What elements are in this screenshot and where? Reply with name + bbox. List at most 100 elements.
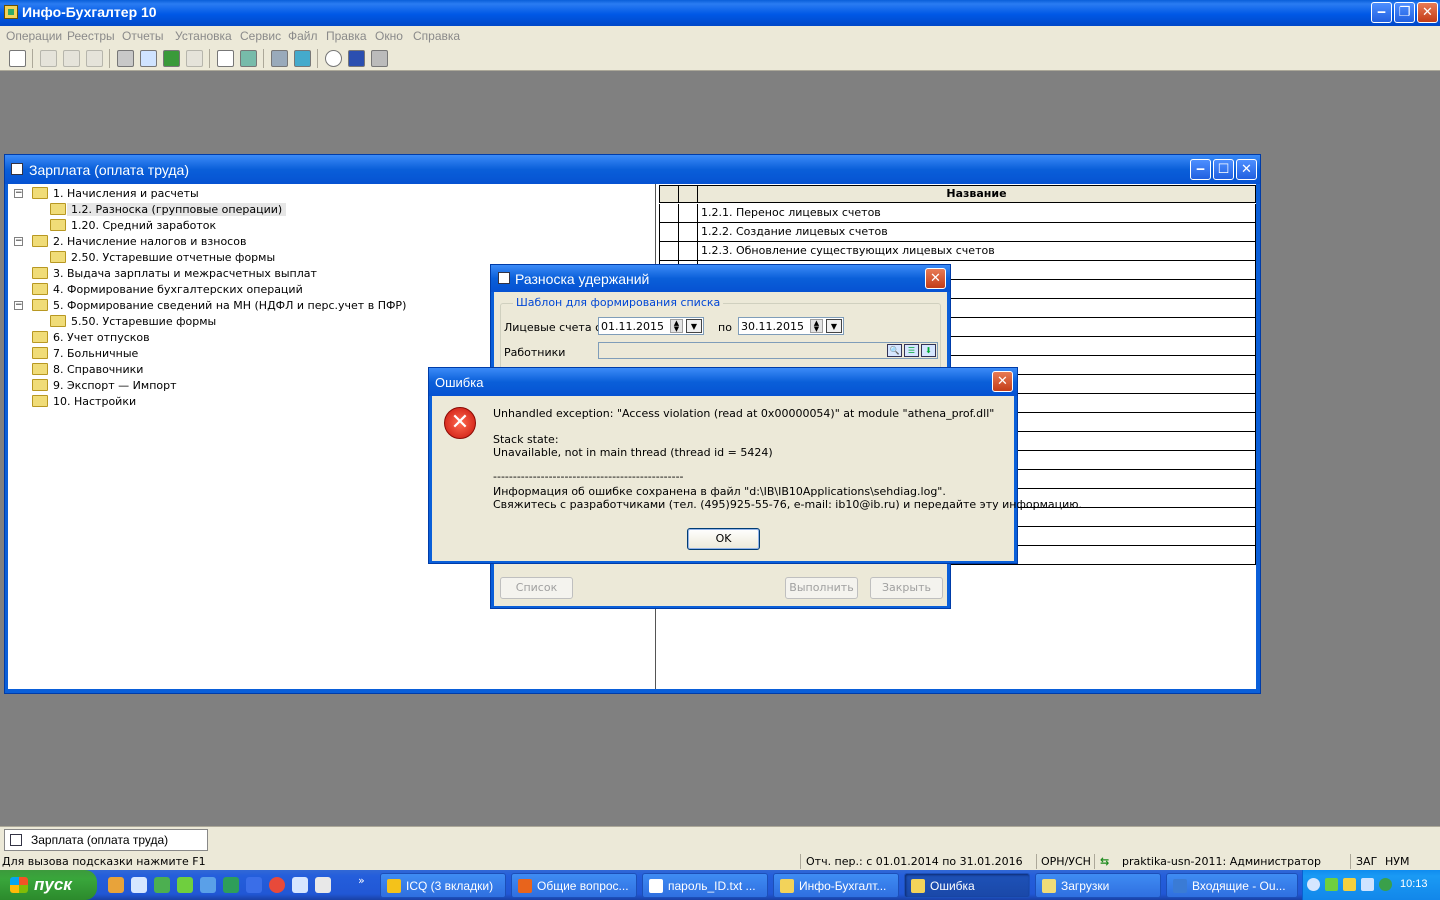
folder-icon (32, 347, 48, 359)
quicklaunch-app2-icon[interactable] (223, 877, 239, 893)
date-to-field[interactable]: 30.11.2015 ▲ ▼ ▼ (738, 317, 844, 335)
start-button[interactable]: пуск (0, 870, 97, 900)
date-to-dropdown-icon[interactable]: ▼ (826, 319, 842, 333)
search-icon[interactable]: 🔍 (887, 344, 902, 357)
mdi-minimize-button[interactable]: ‒ (1190, 159, 1211, 180)
ok-button[interactable]: OK (687, 528, 760, 550)
taskbar-button-label: Входящие - Ou... (1192, 879, 1286, 893)
quicklaunch-torrent-icon[interactable] (154, 877, 170, 893)
quicklaunch-mail-icon[interactable] (292, 877, 308, 893)
error-dialog-titlebar: Ошибка ✕ (429, 368, 1017, 396)
close-dialog-button[interactable]: Закрыть (870, 577, 943, 599)
menu-item-1[interactable]: Реестры (67, 29, 115, 43)
print-icon[interactable] (117, 50, 134, 67)
menu-item-5[interactable]: Файл (288, 29, 318, 43)
tray-back-icon[interactable] (1307, 878, 1320, 891)
export-icon[interactable] (186, 50, 203, 67)
tree-item[interactable]: − 2. Начисление налогов и взносов (14, 234, 654, 250)
quicklaunch-diamond-icon[interactable] (246, 877, 262, 893)
tray-keyboard-icon[interactable] (1343, 878, 1356, 891)
star-icon[interactable] (348, 50, 365, 67)
menu-item-8[interactable]: Справка (413, 29, 460, 43)
close-button[interactable]: ✕ (1417, 2, 1438, 23)
error-close-button[interactable]: ✕ (992, 371, 1013, 392)
error-dialog: Ошибка ✕ ✕ Unhandled exception: "Access … (428, 367, 1082, 564)
tree-item[interactable]: 1.2. Разноска (групповые операции) (14, 202, 654, 218)
tree-item[interactable]: − 1. Начисления и расчеты (14, 186, 654, 202)
date-to-spinner[interactable]: ▲ ▼ (810, 319, 823, 333)
grid-cell-name: 1.2.1. Перенос лицевых счетов (701, 206, 881, 219)
folder-icon (32, 283, 48, 295)
taskbar-button[interactable]: пароль_ID.txt ... (642, 873, 768, 898)
date-from-field[interactable]: 01.11.2015 ▲ ▼ ▼ (598, 317, 704, 335)
menu-item-3[interactable]: Установка (175, 29, 232, 43)
mdi-close-button[interactable]: ✕ (1236, 159, 1257, 180)
tab-salary[interactable]: Зарплата (оплата труда) (4, 829, 208, 851)
table-icon[interactable] (9, 50, 26, 67)
menu-item-7[interactable]: Окно (375, 29, 403, 43)
date-from-value: 01.11.2015 (601, 320, 664, 333)
excel-icon[interactable] (163, 50, 180, 67)
copy-icon[interactable] (40, 50, 57, 67)
status-caps: ЗАГ (1356, 855, 1378, 868)
taskbar-button[interactable]: Загрузки (1035, 873, 1161, 898)
quicklaunch-app3-icon[interactable] (315, 877, 331, 893)
quicklaunch-more-icon[interactable]: » (358, 874, 365, 887)
grid-row[interactable]: 1.2.3. Обновление существующих лицевых с… (659, 242, 1256, 261)
taskbar-button[interactable]: Инфо-Бухгалт... (773, 873, 899, 898)
tree-collapse-icon[interactable]: − (14, 237, 23, 246)
tray-info-icon[interactable] (1379, 878, 1392, 891)
cut-icon[interactable] (86, 50, 103, 67)
gear-icon[interactable] (371, 50, 388, 67)
taskbar-button[interactable]: Входящие - Ou... (1166, 873, 1298, 898)
list-icon[interactable]: ☰ (904, 344, 919, 357)
grid-header-icon-1[interactable] (660, 186, 679, 202)
report-icon[interactable] (217, 50, 234, 67)
date-from-dropdown-icon[interactable]: ▼ (686, 319, 702, 333)
quicklaunch-ie-icon[interactable] (200, 877, 216, 893)
list-button[interactable]: Список (500, 577, 573, 599)
tree-collapse-icon[interactable]: − (14, 189, 23, 198)
date-from-spinner[interactable]: ▲ ▼ (670, 319, 683, 333)
preview-icon[interactable] (140, 50, 157, 67)
menu-item-4[interactable]: Сервис (240, 29, 281, 43)
tray-network-icon[interactable] (1361, 878, 1374, 891)
quicklaunch-icq-icon[interactable] (177, 877, 193, 893)
paste-icon[interactable] (63, 50, 80, 67)
grid-header-icon-2[interactable] (679, 186, 698, 202)
taskbar-button[interactable]: ICQ (3 вкладки) (380, 873, 506, 898)
tray-icq-icon[interactable] (1325, 878, 1338, 891)
menu-item-2[interactable]: Отчеты (122, 29, 163, 43)
minimize-button[interactable]: ‒ (1371, 2, 1392, 23)
run-button[interactable]: Выполнить (785, 577, 858, 599)
workers-field[interactable]: 🔍 ☰ ⬇ (598, 342, 938, 359)
withholding-dialog-title: Разноска удержаний (515, 271, 650, 287)
taskbar-app-icon (518, 879, 532, 893)
withholding-close-button[interactable]: ✕ (925, 268, 946, 289)
tree-item-label: 8. Справочники (53, 363, 144, 376)
quicklaunch-app-icon[interactable] (108, 877, 124, 893)
tree-item[interactable]: 1.20. Средний заработок (14, 218, 654, 234)
quicklaunch-chrome-icon[interactable] (269, 877, 285, 893)
help-icon[interactable] (294, 50, 311, 67)
download-icon[interactable]: ⬇ (921, 344, 936, 357)
grid-row[interactable]: 1.2.1. Перенос лицевых счетов (659, 204, 1256, 223)
settings-icon[interactable] (271, 50, 288, 67)
grid-header: Название (659, 185, 1256, 203)
grid-cell-type (679, 223, 698, 241)
taskbar-button[interactable]: Общие вопрос... (511, 873, 637, 898)
tree-item-label: 5.50. Устаревшие формы (71, 315, 217, 328)
quicklaunch-desktop-icon[interactable] (131, 877, 147, 893)
mdi-maximize-button[interactable]: ☐ (1213, 159, 1234, 180)
grid-row[interactable]: 1.2.2. Создание лицевых счетов (659, 223, 1256, 242)
tree-collapse-icon[interactable]: − (14, 301, 23, 310)
tab-salary-label: Зарплата (оплата труда) (31, 833, 169, 847)
grid-cell-name: 1.2.2. Создание лицевых счетов (701, 225, 888, 238)
menu-item-0[interactable]: Операции (6, 29, 62, 43)
menu-item-6[interactable]: Правка (326, 29, 367, 43)
compass-icon[interactable] (325, 50, 342, 67)
calculator-icon[interactable] (240, 50, 257, 67)
date-to-value: 30.11.2015 (741, 320, 804, 333)
taskbar-button[interactable]: Ошибка (904, 873, 1030, 898)
restore-button[interactable]: ❐ (1394, 2, 1415, 23)
